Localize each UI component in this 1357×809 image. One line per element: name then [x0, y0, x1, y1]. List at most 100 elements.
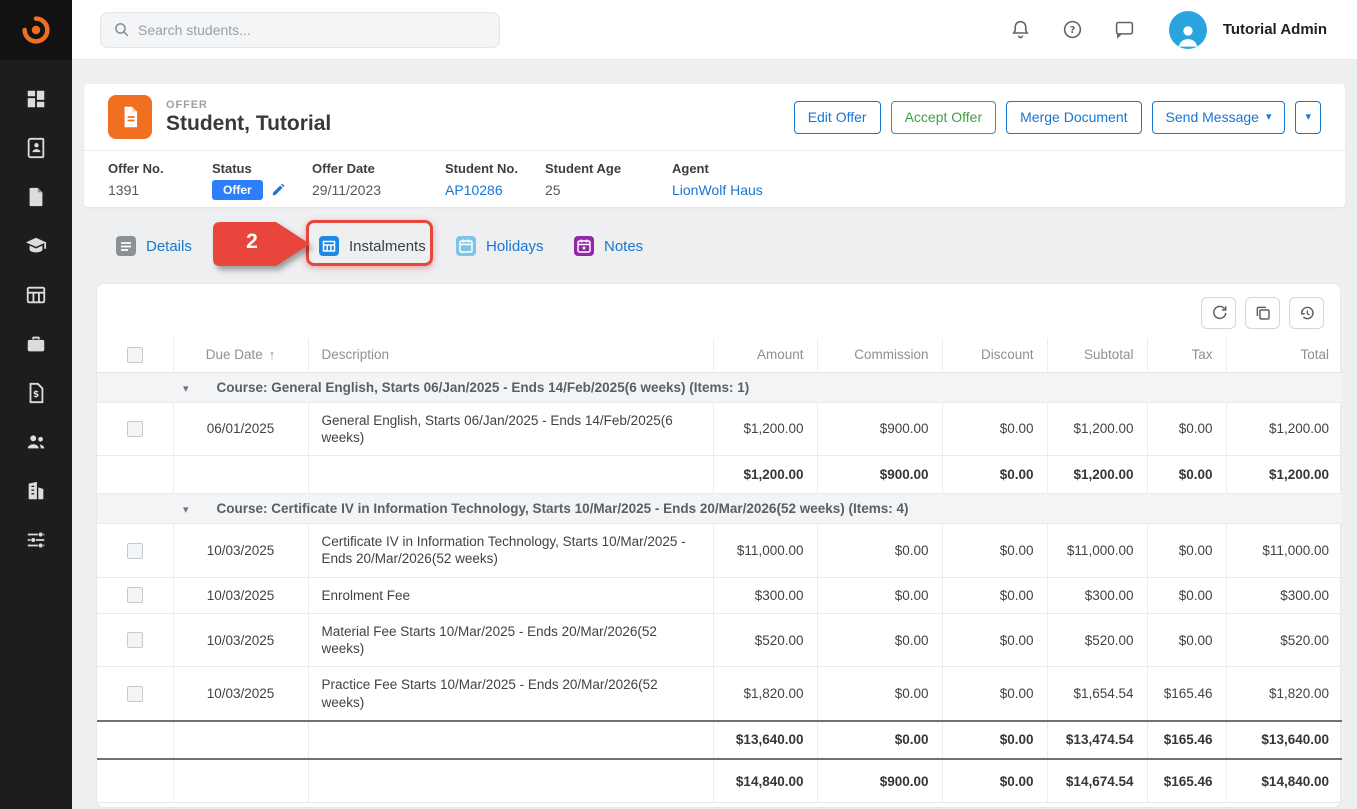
send-message-button[interactable]: Send Message ▾ [1152, 101, 1286, 134]
subtotal-amount: $13,640.00 [713, 721, 817, 759]
tab-details[interactable]: Details [115, 224, 192, 268]
column-tax[interactable]: Tax [1147, 338, 1226, 372]
cell-tax: $0.00 [1147, 524, 1226, 578]
sliders-icon [25, 529, 47, 551]
app-logo[interactable] [0, 0, 72, 60]
group-header-row[interactable]: ▾ Course: General English, Starts 06/Jan/… [97, 372, 1342, 402]
cell-amount: $1,200.00 [713, 402, 817, 456]
column-subtotal[interactable]: Subtotal [1047, 338, 1147, 372]
sidebar-item-contacts[interactable] [23, 137, 49, 159]
person-icon [1173, 21, 1203, 49]
subtotal-discount: $0.00 [942, 721, 1047, 759]
column-discount[interactable]: Discount [942, 338, 1047, 372]
subtotal-total: $1,200.00 [1226, 456, 1342, 494]
duplicate-button[interactable] [1245, 297, 1280, 329]
sidebar-item-users[interactable] [23, 431, 49, 453]
subtotal-commission: $900.00 [817, 456, 942, 494]
collapse-group-icon[interactable]: ▾ [183, 383, 189, 395]
cell-commission: $0.00 [817, 613, 942, 667]
history-button[interactable] [1289, 297, 1324, 329]
sidebar-item-dashboard[interactable] [23, 88, 49, 110]
row-checkbox[interactable] [127, 686, 143, 702]
sidebar-item-organisation[interactable] [23, 480, 49, 502]
notes-tab-icon [573, 235, 595, 257]
more-actions-button[interactable]: ▾ [1295, 101, 1321, 134]
help-button[interactable]: ? [1061, 18, 1085, 42]
row-checkbox[interactable] [127, 421, 143, 437]
row-checkbox[interactable] [127, 587, 143, 603]
cell-subtotal: $520.00 [1047, 613, 1147, 667]
topbar-actions: ? Tutorial Admin [1009, 11, 1357, 49]
cell-due-date: 10/03/2025 [173, 577, 308, 613]
info-status: Status Offer [212, 161, 312, 200]
tab-instalments[interactable]: Instalments [318, 224, 426, 268]
chat-button[interactable] [1113, 18, 1137, 42]
cell-amount: $300.00 [713, 577, 817, 613]
cell-description: Material Fee Starts 10/Mar/2025 - Ends 2… [308, 613, 713, 667]
sidebar-item-timetable[interactable] [23, 284, 49, 306]
cell-due-date: 06/01/2025 [173, 402, 308, 456]
table-grid-icon [25, 284, 47, 306]
status-badge: Offer [212, 180, 263, 200]
group-title: Course: General English, Starts 06/Jan/2… [217, 380, 750, 395]
group-subtotal-row: $1,200.00 $900.00 $0.00 $1,200.00 $0.00 … [97, 456, 1342, 494]
cell-discount: $0.00 [942, 613, 1047, 667]
chevron-down-icon: ▾ [1305, 112, 1311, 123]
student-no-link[interactable]: AP10286 [445, 182, 545, 198]
sidebar-item-settings[interactable] [23, 529, 49, 551]
column-due-date[interactable]: Due Date↑ [173, 338, 308, 372]
edit-offer-button[interactable]: Edit Offer [794, 101, 881, 134]
grand-discount: $0.00 [942, 759, 1047, 803]
sidebar-item-courses[interactable] [23, 235, 49, 257]
table-toolbar [97, 284, 1340, 338]
user-name[interactable]: Tutorial Admin [1223, 21, 1327, 38]
notifications-button[interactable] [1009, 18, 1033, 42]
edit-status-icon[interactable] [270, 183, 285, 198]
table-row: 10/03/2025 Certificate IV in Information… [97, 524, 1342, 578]
refresh-button[interactable] [1201, 297, 1236, 329]
column-description[interactable]: Description [308, 338, 713, 372]
column-total[interactable]: Total [1226, 338, 1342, 372]
merge-document-button[interactable]: Merge Document [1006, 101, 1141, 134]
info-offer-date: Offer Date 29/11/2023 [312, 161, 445, 200]
cell-commission: $0.00 [817, 524, 942, 578]
column-amount[interactable]: Amount [713, 338, 817, 372]
cell-due-date: 10/03/2025 [173, 667, 308, 721]
avatar[interactable] [1169, 11, 1207, 49]
sidebar-item-jobs[interactable] [23, 333, 49, 355]
select-all-checkbox[interactable] [127, 347, 143, 363]
offer-heading: OFFER Student, Tutorial [166, 99, 331, 136]
accept-offer-button[interactable]: Accept Offer [891, 101, 997, 134]
svg-text:?: ? [1070, 25, 1076, 36]
cell-tax: $0.00 [1147, 577, 1226, 613]
sidebar-item-offers[interactable] [23, 186, 49, 208]
column-commission[interactable]: Commission [817, 338, 942, 372]
cell-amount: $11,000.00 [713, 524, 817, 578]
cell-discount: $0.00 [942, 667, 1047, 721]
sort-asc-icon[interactable]: ↑ [269, 347, 276, 362]
sidebar-item-finance[interactable]: $ [23, 382, 49, 404]
tab-notes[interactable]: Notes [573, 224, 643, 268]
cell-discount: $0.00 [942, 402, 1047, 456]
cell-subtotal: $1,200.00 [1047, 402, 1147, 456]
instalments-table: Due Date↑ Description Amount Commission … [97, 338, 1342, 803]
search-input[interactable] [138, 22, 487, 38]
offer-type-label: OFFER [166, 99, 331, 111]
search-box[interactable] [100, 12, 500, 48]
offer-title-row: OFFER Student, Tutorial Edit Offer Accep… [84, 84, 1345, 150]
group-title: Course: Certificate IV in Information Te… [217, 501, 909, 516]
cell-discount: $0.00 [942, 577, 1047, 613]
row-checkbox[interactable] [127, 632, 143, 648]
collapse-group-icon[interactable]: ▾ [183, 504, 189, 516]
search-icon [113, 21, 130, 38]
row-checkbox[interactable] [127, 543, 143, 559]
instalments-tab-icon [318, 235, 340, 257]
tab-holidays[interactable]: Holidays [455, 224, 544, 268]
chevron-down-icon: ▾ [1266, 112, 1272, 123]
cell-tax: $0.00 [1147, 613, 1226, 667]
group-header-row[interactable]: ▾ Course: Certificate IV in Information T… [97, 494, 1342, 524]
chat-icon [1114, 19, 1135, 40]
offer-header-card: OFFER Student, Tutorial Edit Offer Accep… [84, 84, 1345, 207]
cell-description: General English, Starts 06/Jan/2025 - En… [308, 402, 713, 456]
agent-link[interactable]: LionWolf Haus [672, 182, 763, 198]
